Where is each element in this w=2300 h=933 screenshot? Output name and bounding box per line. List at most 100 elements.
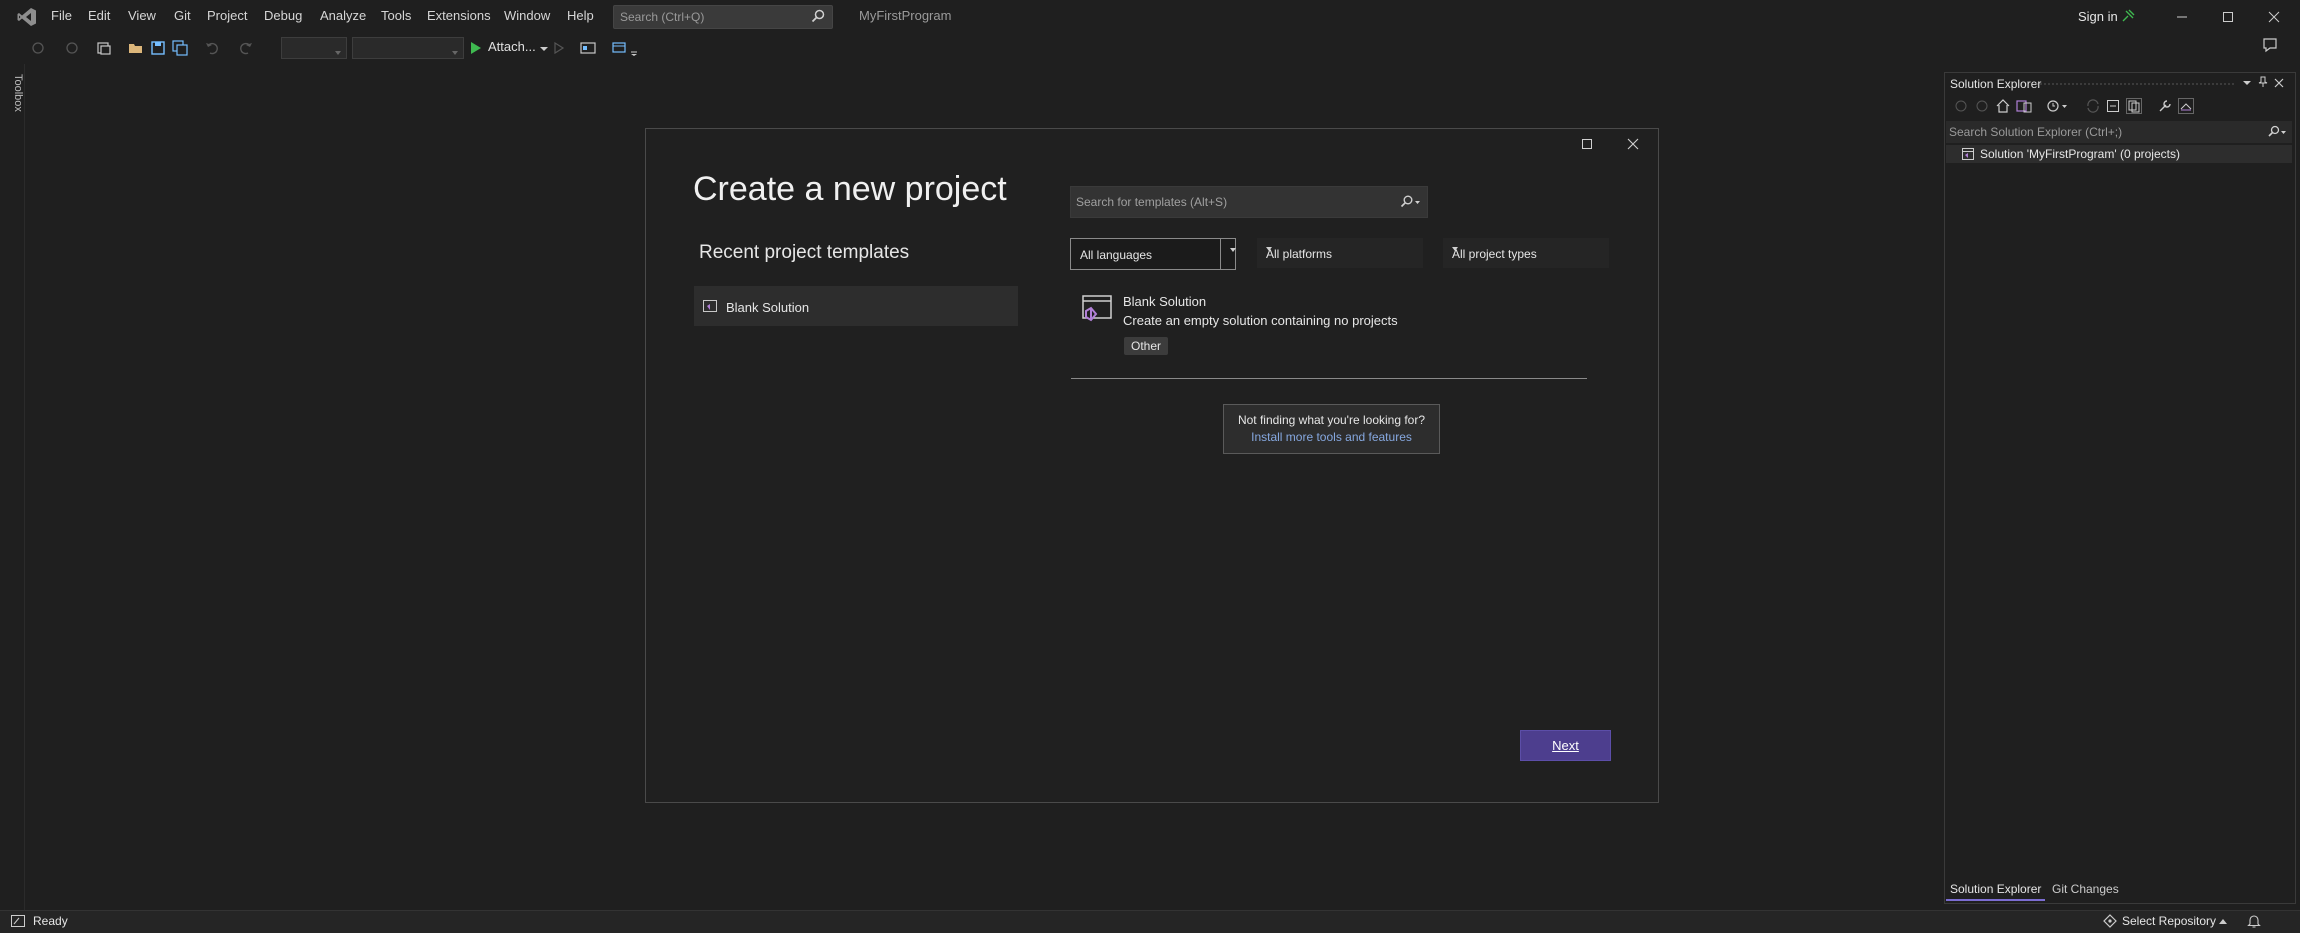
- language-filter-dropdown[interactable]: All languages: [1070, 238, 1236, 270]
- status-ready-text: Ready: [33, 914, 68, 928]
- menu-extensions[interactable]: Extensions: [427, 8, 491, 23]
- start-play-icon[interactable]: [468, 40, 484, 56]
- attach-dropdown-icon[interactable]: [536, 40, 552, 56]
- tab-solution-explorer[interactable]: Solution Explorer: [1946, 880, 2046, 901]
- blank-solution-icon: [1082, 295, 1112, 322]
- platform-filter-dropdown[interactable]: All platforms: [1257, 238, 1423, 268]
- solution-explorer-title: Solution Explorer: [1950, 77, 2042, 91]
- not-finding-box: Not finding what you're looking for? Ins…: [1223, 404, 1440, 454]
- toolbar-overflow-icon[interactable]: [628, 40, 644, 56]
- dialog-title: Create a new project: [693, 170, 1007, 208]
- blank-solution-small-icon: [703, 300, 717, 312]
- chevron-up-icon: [2219, 919, 2227, 924]
- redo-icon[interactable]: [238, 40, 254, 56]
- minimize-icon[interactable]: [2170, 6, 2194, 28]
- open-folder-icon[interactable]: [128, 40, 144, 56]
- next-button[interactable]: Next: [1520, 730, 1611, 761]
- menu-view[interactable]: View: [128, 8, 156, 23]
- create-project-dialog: [645, 128, 1659, 803]
- new-project-icon[interactable]: [96, 40, 112, 56]
- template-search-input[interactable]: Search for templates (Alt+S): [1070, 186, 1428, 218]
- visual-studio-logo-icon: [17, 8, 36, 26]
- git-diamond-icon: [2103, 914, 2117, 928]
- back-icon[interactable]: [1954, 99, 1968, 113]
- menu-analyze[interactable]: Analyze: [320, 8, 366, 23]
- project-type-filter-value: All project types: [1452, 247, 1537, 261]
- not-finding-text: Not finding what you're looking for?: [1237, 413, 1426, 427]
- platform-filter-value: All platforms: [1266, 247, 1333, 261]
- toolbox-tab[interactable]: Toolbox: [12, 74, 24, 112]
- search-icon: [811, 9, 825, 23]
- configuration-dropdown[interactable]: [281, 37, 347, 59]
- menu-git[interactable]: Git: [174, 8, 191, 23]
- sync-icon[interactable]: [2086, 99, 2100, 113]
- template-search-icon[interactable]: [1399, 194, 1421, 210]
- menu-file[interactable]: File: [51, 8, 72, 23]
- chevron-down-icon: [1266, 247, 1272, 251]
- global-search-input[interactable]: Search (Ctrl+Q): [613, 5, 833, 29]
- navigate-forward-icon[interactable]: [64, 40, 80, 56]
- solution-explorer-search-placeholder: Search Solution Explorer (Ctrl+;): [1949, 125, 2123, 139]
- language-filter-caret[interactable]: [1220, 239, 1236, 269]
- platform-dropdown[interactable]: [352, 37, 464, 59]
- switch-views-icon[interactable]: [2016, 99, 2032, 113]
- language-filter-value: All languages: [1080, 248, 1153, 262]
- preview-selected-icon[interactable]: [2178, 98, 2194, 114]
- save-all-icon[interactable]: [172, 40, 188, 56]
- save-icon[interactable]: [150, 40, 166, 56]
- search-icon[interactable]: [2266, 124, 2288, 140]
- panel-grip[interactable]: [2035, 82, 2235, 86]
- home-icon[interactable]: [1996, 99, 2010, 113]
- solution-explorer-search-input[interactable]: Search Solution Explorer (Ctrl+;): [1946, 121, 2292, 143]
- menu-edit[interactable]: Edit: [88, 8, 110, 23]
- sign-in-link[interactable]: Sign in: [2078, 9, 2118, 24]
- menu-window[interactable]: Window: [504, 8, 550, 23]
- template-tag: Other: [1124, 337, 1169, 355]
- feedback-icon[interactable]: [2262, 37, 2278, 53]
- status-bar: [0, 910, 2300, 933]
- global-search-placeholder: Search (Ctrl+Q): [620, 10, 705, 24]
- maximize-icon[interactable]: [2216, 6, 2240, 28]
- dialog-close-icon[interactable]: [1626, 137, 1640, 151]
- template-search-placeholder: Search for templates (Alt+S): [1076, 195, 1228, 209]
- template-list-divider: [1071, 378, 1587, 379]
- output-status-icon[interactable]: [10, 914, 26, 928]
- solution-icon: [1962, 148, 1974, 160]
- start-without-debugging-icon[interactable]: [551, 40, 567, 56]
- layout-icon[interactable]: [612, 40, 628, 56]
- recent-template-label: Blank Solution: [726, 300, 810, 315]
- solution-explorer-panel: [1944, 72, 2296, 904]
- panel-close-icon[interactable]: [2273, 77, 2285, 89]
- attach-button[interactable]: Attach...: [488, 39, 536, 54]
- tab-git-changes[interactable]: Git Changes: [2052, 880, 2119, 899]
- collapse-all-icon[interactable]: [2106, 99, 2120, 113]
- solution-name: MyFirstProgram: [859, 8, 952, 23]
- copilot-pin-icon[interactable]: [2120, 8, 2136, 24]
- properties-wrench-icon[interactable]: [2158, 99, 2172, 113]
- menu-debug[interactable]: Debug: [264, 8, 302, 23]
- dialog-maximize-icon[interactable]: [1580, 137, 1594, 151]
- toolbox-strip: [0, 64, 25, 910]
- panel-menu-icon[interactable]: [2241, 77, 2253, 89]
- template-description: Create an empty solution containing no p…: [1123, 313, 1398, 328]
- close-icon[interactable]: [2262, 6, 2286, 28]
- project-type-filter-dropdown[interactable]: All project types: [1443, 238, 1609, 268]
- forward-icon[interactable]: [1975, 99, 1989, 113]
- menu-help[interactable]: Help: [567, 8, 594, 23]
- navigate-back-icon[interactable]: [30, 40, 46, 56]
- install-more-tools-link[interactable]: Install more tools and features: [1224, 430, 1439, 444]
- chevron-down-icon: [1452, 247, 1458, 251]
- pin-icon[interactable]: [2257, 76, 2269, 88]
- menu-project[interactable]: Project: [207, 8, 247, 23]
- menu-tools[interactable]: Tools: [381, 8, 411, 23]
- pending-changes-filter-icon[interactable]: [2047, 99, 2069, 113]
- notifications-bell-icon[interactable]: [2247, 913, 2261, 929]
- recent-templates-heading: Recent project templates: [699, 242, 910, 263]
- select-repository-button[interactable]: Select Repository: [2122, 914, 2216, 928]
- solution-tree-label: Solution 'MyFirstProgram' (0 projects): [1980, 147, 2180, 161]
- undo-icon[interactable]: [204, 40, 220, 56]
- browser-link-icon[interactable]: [580, 40, 596, 56]
- show-all-files-icon[interactable]: [2126, 98, 2142, 114]
- template-name[interactable]: Blank Solution: [1123, 294, 1206, 309]
- chevron-down-icon: [1230, 248, 1236, 252]
